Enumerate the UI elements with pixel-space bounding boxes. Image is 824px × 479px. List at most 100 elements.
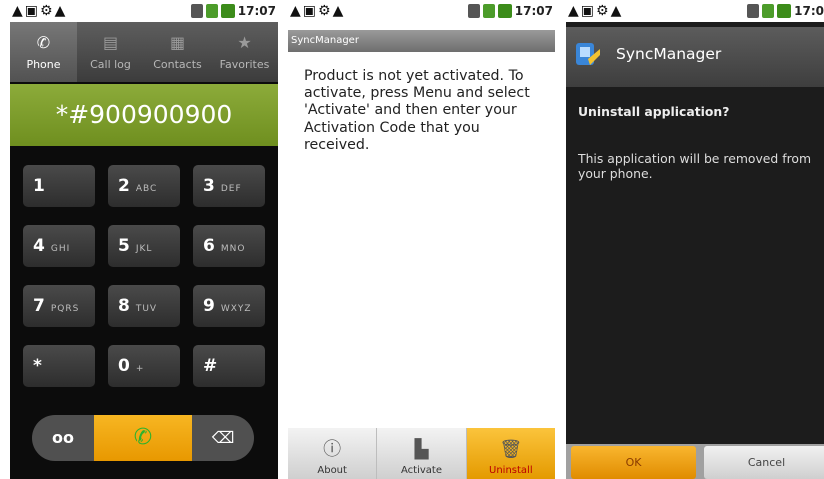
message-icon: ▣ bbox=[24, 3, 39, 19]
uninstall-body: This application will be removed from yo… bbox=[578, 151, 812, 181]
key-digit: # bbox=[203, 356, 218, 376]
app-title-bar: SyncManager bbox=[288, 30, 555, 52]
options-menu: ⓘ About ▙ Activate 🗑 Uninstall bbox=[288, 428, 555, 479]
key-0[interactable]: 0 + bbox=[108, 345, 180, 387]
clock: 17:0 bbox=[794, 4, 824, 18]
cancel-button[interactable]: Cancel bbox=[704, 446, 824, 479]
usb-icon: ⚙ bbox=[318, 3, 331, 19]
backspace-icon: ⌫ bbox=[211, 428, 235, 447]
battery-icon bbox=[497, 4, 512, 18]
key-digit: * bbox=[33, 356, 42, 376]
notification-icons: ▲ ▣ ⚙ ▲ bbox=[290, 2, 343, 20]
warning-icon: ▲ bbox=[568, 3, 579, 19]
menu-item-activate[interactable]: ▙ Activate bbox=[376, 428, 466, 479]
phone-icon: ✆ bbox=[36, 33, 51, 52]
info-icon: ⓘ bbox=[323, 439, 342, 460]
notification-icons: ▲ ▣ ⚙ ▲ bbox=[12, 2, 65, 20]
dialed-digits[interactable]: *#900900900 bbox=[10, 84, 278, 146]
dialog-button-bar: OK Cancel bbox=[566, 444, 824, 479]
sim-icon bbox=[747, 4, 760, 18]
warning-icon: ▲ bbox=[610, 3, 622, 19]
key-3[interactable]: 3 DEF bbox=[193, 165, 265, 207]
voicemail-icon: oo bbox=[52, 428, 74, 447]
key-6[interactable]: 6 MNO bbox=[193, 225, 265, 267]
building-icon: ▙ bbox=[414, 439, 429, 460]
key-letters: DEF bbox=[220, 184, 242, 194]
status-bar: ▲ ▣ ⚙ ▲ 17:07 bbox=[288, 0, 555, 22]
tab-phone[interactable]: ✆ Phone bbox=[10, 22, 77, 82]
key-letters: JKL bbox=[135, 244, 153, 254]
sim-icon bbox=[467, 4, 480, 18]
status-bar: ▲ ▣ ⚙ ▲ 17:07 bbox=[10, 0, 278, 22]
key-letters: WXYZ bbox=[220, 304, 252, 314]
voicemail-button[interactable]: oo bbox=[32, 415, 94, 461]
ok-button[interactable]: OK bbox=[571, 446, 696, 479]
message-icon: ▣ bbox=[302, 3, 317, 19]
key-digit: 4 bbox=[33, 236, 45, 256]
signal-icon bbox=[762, 4, 775, 18]
key-letters: ABC bbox=[135, 184, 158, 194]
key-4[interactable]: 4 GHI bbox=[23, 225, 95, 267]
key-2[interactable]: 2 ABC bbox=[108, 165, 180, 207]
menu-item-uninstall[interactable]: 🗑 Uninstall bbox=[465, 428, 555, 479]
key-1[interactable]: 1 bbox=[23, 165, 95, 207]
delete-button[interactable]: ⌫ bbox=[192, 415, 254, 461]
tab-label: Contacts bbox=[153, 58, 202, 71]
warning-icon: ▲ bbox=[332, 3, 344, 19]
key-7[interactable]: 7 PQRS bbox=[23, 285, 95, 327]
dialer-action-bar: oo ✆ ⌫ bbox=[32, 415, 254, 461]
key-digit: 9 bbox=[203, 296, 215, 316]
tab-label: Favorites bbox=[219, 58, 270, 71]
warning-icon: ▲ bbox=[290, 3, 301, 19]
key-digit: 2 bbox=[118, 176, 130, 196]
key-digit: 1 bbox=[33, 176, 45, 196]
menu-label: Uninstall bbox=[489, 465, 533, 476]
clock: 17:07 bbox=[514, 4, 553, 18]
key-letters: + bbox=[135, 364, 145, 374]
key-digit: 7 bbox=[33, 296, 45, 316]
phone-icon: ✆ bbox=[133, 425, 153, 450]
dialer-screen: ▲ ▣ ⚙ ▲ 17:07 ✆ Phone ▤ Call log ▦ Conta… bbox=[10, 0, 278, 479]
clock: 17:07 bbox=[237, 4, 276, 18]
key-9[interactable]: 9 WXYZ bbox=[193, 285, 265, 327]
signal-icon bbox=[482, 4, 495, 18]
call-log-icon: ▤ bbox=[102, 33, 119, 52]
menu-label: Activate bbox=[401, 465, 442, 476]
usb-icon: ⚙ bbox=[596, 3, 609, 19]
menu-label: About bbox=[317, 465, 347, 476]
menu-item-about[interactable]: ⓘ About bbox=[288, 428, 377, 479]
contacts-icon: ▦ bbox=[169, 33, 186, 52]
activation-message: Product is not yet activated. To activat… bbox=[304, 68, 530, 153]
key-star[interactable]: * bbox=[23, 345, 95, 387]
sim-icon bbox=[190, 4, 203, 18]
key-8[interactable]: 8 TUV bbox=[108, 285, 180, 327]
signal-icon bbox=[205, 4, 218, 18]
key-hash[interactable]: # bbox=[193, 345, 265, 387]
dialer-tab-bar: ✆ Phone ▤ Call log ▦ Contacts ★ Favorite… bbox=[10, 22, 278, 82]
key-letters: MNO bbox=[220, 244, 246, 254]
call-button[interactable]: ✆ bbox=[94, 415, 192, 461]
app-title-bar: SyncManager bbox=[566, 27, 824, 87]
key-digit: 8 bbox=[118, 296, 130, 316]
app-title: SyncManager bbox=[616, 45, 722, 63]
tab-favorites[interactable]: ★ Favorites bbox=[211, 22, 278, 82]
uninstall-screen: ▲ ▣ ⚙ ▲ 17:0 SyncManager Uninstall appli… bbox=[566, 0, 824, 479]
tab-call-log[interactable]: ▤ Call log bbox=[77, 22, 144, 82]
trash-icon: 🗑 bbox=[499, 439, 523, 460]
key-5[interactable]: 5 JKL bbox=[108, 225, 180, 267]
syncmanager-screen: ▲ ▣ ⚙ ▲ 17:07 SyncManager Product is not… bbox=[288, 0, 555, 479]
notification-icons: ▲ ▣ ⚙ ▲ bbox=[568, 2, 621, 20]
tab-contacts[interactable]: ▦ Contacts bbox=[144, 22, 211, 82]
key-digit: 6 bbox=[203, 236, 215, 256]
usb-icon: ⚙ bbox=[40, 3, 53, 19]
key-digit: 3 bbox=[203, 176, 215, 196]
key-letters: TUV bbox=[135, 304, 158, 314]
star-icon: ★ bbox=[237, 33, 252, 52]
uninstall-heading: Uninstall application? bbox=[578, 104, 730, 119]
key-digit: 5 bbox=[118, 236, 130, 256]
tab-label: Call log bbox=[90, 58, 131, 71]
tab-label: Phone bbox=[26, 58, 61, 71]
status-bar: ▲ ▣ ⚙ ▲ 17:0 bbox=[566, 0, 824, 22]
app-icon bbox=[576, 43, 600, 65]
warning-icon: ▲ bbox=[12, 3, 23, 19]
